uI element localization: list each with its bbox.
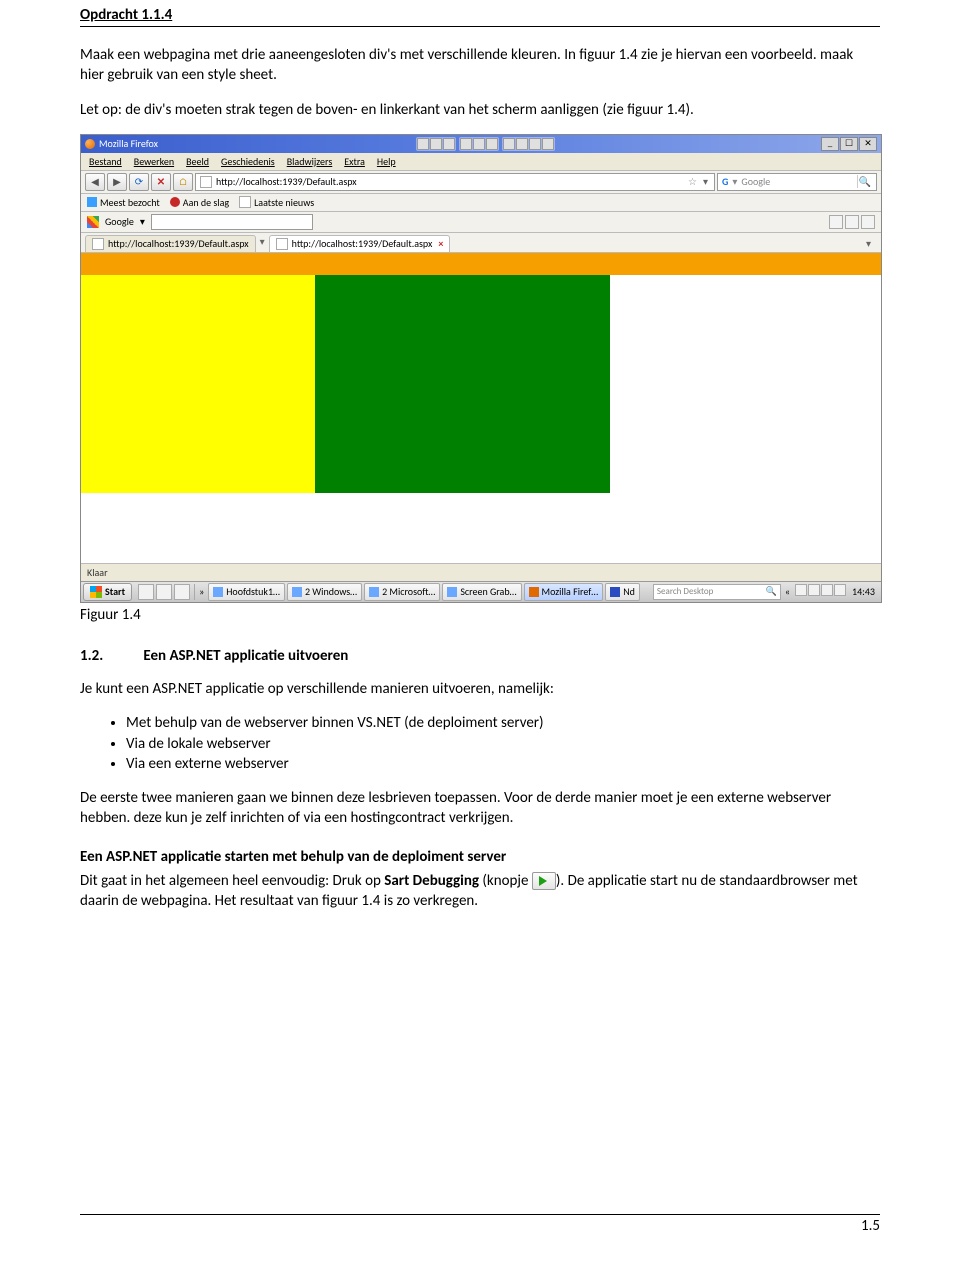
tab-list-dropdown-icon[interactable]: ▾ <box>860 235 877 252</box>
google-logo-icon <box>87 216 99 228</box>
getting-started-link[interactable]: Aan de slag <box>170 196 229 209</box>
page-header: Opdracht 1.1.4 <box>80 0 880 27</box>
maximize-button[interactable]: ☐ <box>840 137 858 151</box>
list-item: Met behulp van de webserver binnen VS.NE… <box>126 713 880 733</box>
search-icon[interactable]: 🔍 <box>766 586 777 597</box>
menu-file[interactable]: Bestand <box>89 155 122 168</box>
list-item: Via de lokale webserver <box>126 734 880 754</box>
start-button[interactable]: Start <box>83 583 132 601</box>
menu-tools[interactable]: Extra <box>344 155 365 168</box>
assignment-title: Opdracht 1.1.4 <box>80 6 172 24</box>
search-desktop-input[interactable]: Search Desktop🔍 <box>653 584 781 600</box>
start-debugging-paragraph: Dit gaat in het algemeen heel eenvoudig:… <box>80 871 880 912</box>
task-button-active[interactable]: Mozilla Firef… <box>524 583 604 601</box>
url-dropdown-icon[interactable]: ▾ <box>701 175 710 188</box>
subheading: Een ASP.NET applicatie starten met behul… <box>80 847 880 867</box>
search-icon[interactable]: 🔍 <box>857 175 872 188</box>
close-tab-icon[interactable]: × <box>438 237 443 250</box>
google-toolbar-input[interactable] <box>151 214 313 230</box>
reload-button[interactable]: ⟳ <box>129 173 149 191</box>
stop-button[interactable]: ✕ <box>151 173 171 191</box>
news-icon <box>239 196 251 208</box>
page-footer: 1.5 <box>80 1214 880 1235</box>
windows-taskbar: Start » Hoofdstuk1… 2 Windows… 2 Microso… <box>81 581 881 602</box>
windows-logo-icon <box>90 586 102 598</box>
start-debugging-icon <box>532 872 556 890</box>
ql-icon[interactable] <box>156 584 172 600</box>
task-button[interactable]: 2 Windows… <box>287 583 362 601</box>
latest-news-link[interactable]: Laatste nieuws <box>239 196 314 209</box>
back-button[interactable]: ◀ <box>85 173 105 191</box>
window-titlebar: Mozilla Firefox _ ☐ ✕ <box>81 135 881 153</box>
tab-dropdown-icon[interactable]: ▾ <box>256 235 269 252</box>
menu-bookmarks[interactable]: Bladwijzers <box>287 155 333 168</box>
section-paragraph: De eerste twee manieren gaan we binnen d… <box>80 788 880 829</box>
most-visited-link[interactable]: Meest bezocht <box>87 196 160 209</box>
tray-expand-icon[interactable]: « <box>783 585 792 598</box>
page-icon <box>276 238 288 250</box>
task-button[interactable]: Screen Grab… <box>442 583 521 601</box>
bookmarks-toolbar: Meest bezocht Aan de slag Laatste nieuws <box>81 194 881 212</box>
google-toolbar-label: Google <box>105 215 134 228</box>
menu-edit[interactable]: Bewerken <box>134 155 174 168</box>
window-title: Mozilla Firefox <box>99 137 158 150</box>
browser-window: Mozilla Firefox _ ☐ ✕ Bestand Bewerken B… <box>80 134 882 603</box>
forward-button[interactable]: ▶ <box>107 173 127 191</box>
quick-launch <box>134 584 195 600</box>
url-text: http://localhost:1939/Default.aspx <box>216 175 357 188</box>
search-placeholder: Google <box>741 175 770 188</box>
minimize-button[interactable]: _ <box>821 137 839 151</box>
list-item: Via een externe webserver <box>126 754 880 774</box>
close-button[interactable]: ✕ <box>859 137 877 151</box>
navigation-toolbar: ◀ ▶ ⟳ ✕ ⌂ http://localhost:1939/Default.… <box>81 171 881 194</box>
menu-bar: Bestand Bewerken Beeld Geschiedenis Blad… <box>81 153 881 171</box>
task-button[interactable]: Nd <box>605 583 640 601</box>
home-button[interactable]: ⌂ <box>173 173 193 191</box>
div-green <box>315 275 610 493</box>
status-text: Klaar <box>87 566 108 579</box>
search-box[interactable]: G▾ Google 🔍 <box>717 173 877 191</box>
getting-started-icon <box>170 197 180 207</box>
tab-2-active[interactable]: http://localhost:1939/Default.aspx× <box>269 235 451 252</box>
figure-caption: Figuur 1.4 <box>80 605 880 625</box>
status-bar: Klaar <box>81 563 881 581</box>
tab-strip: http://localhost:1939/Default.aspx ▾ htt… <box>81 233 881 253</box>
ql-expand-icon[interactable]: » <box>197 585 206 598</box>
menu-history[interactable]: Geschiedenis <box>221 155 275 168</box>
google-icon: G <box>722 175 728 188</box>
section-title: Een ASP.NET applicatie uitvoeren <box>143 647 348 665</box>
ql-icon[interactable] <box>174 584 190 600</box>
div-yellow <box>81 275 315 493</box>
tab-1[interactable]: http://localhost:1939/Default.aspx <box>85 235 256 252</box>
google-toolbar-buttons <box>829 215 875 229</box>
section-intro: Je kunt een ASP.NET applicatie op versch… <box>80 679 880 699</box>
figure-1-4: Mozilla Firefox _ ☐ ✕ Bestand Bewerken B… <box>80 134 880 603</box>
page-number: 1.5 <box>861 1217 880 1235</box>
white-space-below <box>81 493 881 563</box>
menu-view[interactable]: Beeld <box>186 155 209 168</box>
firefox-icon <box>85 139 95 149</box>
section-heading: 1.2. Een ASP.NET applicatie uitvoeren <box>80 647 880 665</box>
menu-help[interactable]: Help <box>377 155 396 168</box>
run-methods-list: Met behulp van de webserver binnen VS.NE… <box>80 713 880 774</box>
intro-paragraph-2: Let op: de div's moeten strak tegen de b… <box>80 100 880 120</box>
page-icon <box>200 176 212 188</box>
clock: 14:43 <box>848 585 879 598</box>
tray-icons <box>794 584 846 599</box>
div-orange <box>81 253 881 275</box>
page-icon <box>92 238 104 250</box>
titlebar-extra-icons <box>416 137 555 151</box>
most-visited-icon <box>87 197 97 207</box>
section-number: 1.2. <box>80 647 140 665</box>
ql-icon[interactable] <box>138 584 154 600</box>
google-toolbar: Google▾ <box>81 212 881 233</box>
page-viewport <box>81 253 881 563</box>
address-bar[interactable]: http://localhost:1939/Default.aspx ☆ ▾ <box>195 173 715 191</box>
bookmark-star-icon[interactable]: ☆ <box>688 175 697 188</box>
task-button[interactable]: 2 Microsoft… <box>364 583 440 601</box>
system-tray: Search Desktop🔍 « 14:43 <box>653 584 879 600</box>
task-button[interactable]: Hoofdstuk1… <box>208 583 285 601</box>
intro-paragraph-1: Maak een webpagina met drie aaneengeslot… <box>80 45 880 86</box>
